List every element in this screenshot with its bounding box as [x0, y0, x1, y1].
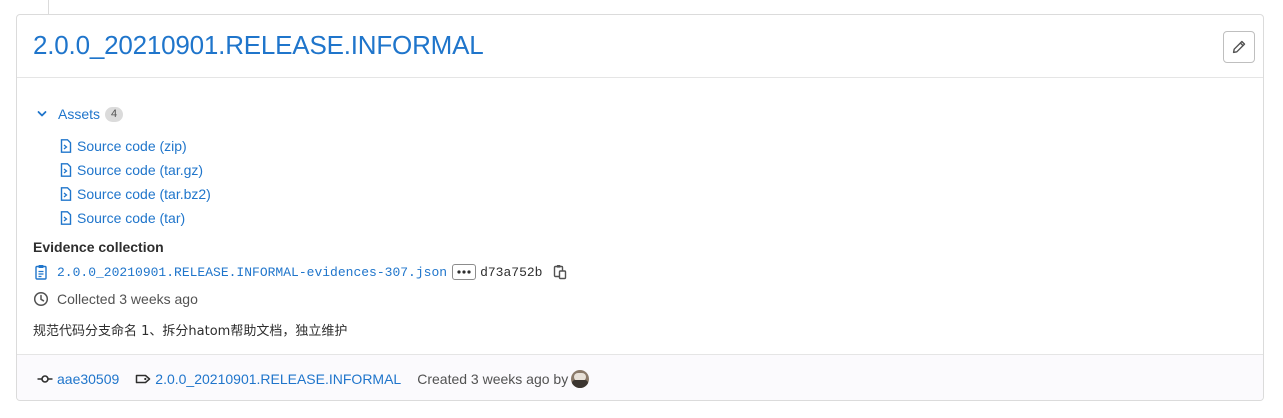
ellipsis-icon [456, 269, 472, 275]
asset-link-tar[interactable]: Source code (tar) [59, 206, 211, 230]
asset-label: Source code (tar.bz2) [77, 186, 211, 202]
copy-icon [552, 264, 568, 280]
doc-code-icon [59, 211, 73, 225]
edit-release-button[interactable] [1223, 31, 1255, 63]
release-description: 规范代码分支命名 1、拆分hatom帮助文档，独立维护 [33, 324, 348, 339]
author-avatar[interactable] [571, 369, 590, 388]
expand-sha-button[interactable] [452, 264, 477, 280]
doc-code-icon [59, 163, 73, 177]
collected-time: Collected 3 weeks ago [57, 291, 198, 307]
pencil-icon [1232, 40, 1246, 54]
assets-toggle[interactable]: Assets 4 [35, 106, 124, 122]
asset-list: Source code (zip) Source code (tar.gz) S… [59, 134, 211, 230]
asset-link-tar-bz2[interactable]: Source code (tar.bz2) [59, 182, 211, 206]
clipboard-icon [33, 264, 49, 280]
chevron-down-icon [35, 107, 49, 121]
asset-label: Source code (zip) [77, 138, 187, 154]
timeline-line [48, 0, 49, 14]
asset-link-zip[interactable]: Source code (zip) [59, 134, 211, 158]
collected-row: Collected 3 weeks ago [33, 291, 198, 307]
tag-icon [135, 371, 151, 387]
doc-code-icon [59, 139, 73, 153]
created-text: Created 3 weeks ago by [417, 370, 569, 387]
evidence-sha: d73a752b [480, 264, 543, 280]
clock-icon [33, 291, 49, 307]
release-title[interactable]: 2.0.0_20210901.RELEASE.INFORMAL [33, 30, 484, 61]
commit-icon [37, 371, 53, 387]
asset-link-tar-gz[interactable]: Source code (tar.gz) [59, 158, 211, 182]
tag-group: 2.0.0_20210901.RELEASE.INFORMAL [135, 371, 401, 387]
release-header: 2.0.0_20210901.RELEASE.INFORMAL [17, 15, 1263, 78]
release-footer: aae30509 2.0.0_20210901.RELEASE.INFORMAL… [17, 354, 1263, 400]
tag-link[interactable]: 2.0.0_20210901.RELEASE.INFORMAL [155, 371, 401, 387]
commit-group: aae30509 [37, 371, 119, 387]
copy-sha-button[interactable] [552, 264, 568, 280]
asset-label: Source code (tar) [77, 210, 186, 226]
assets-count-badge: 4 [105, 106, 124, 122]
asset-label: Source code (tar.gz) [77, 162, 204, 178]
evidence-title: Evidence collection [33, 239, 164, 255]
release-card: 2.0.0_20210901.RELEASE.INFORMAL Assets 4… [16, 14, 1264, 401]
evidence-row: 2.0.0_20210901.RELEASE.INFORMAL-evidence… [33, 263, 568, 281]
commit-link[interactable]: aae30509 [57, 371, 119, 387]
doc-code-icon [59, 187, 73, 201]
assets-label: Assets [58, 106, 101, 122]
evidence-file-link[interactable]: 2.0.0_20210901.RELEASE.INFORMAL-evidence… [57, 265, 447, 280]
